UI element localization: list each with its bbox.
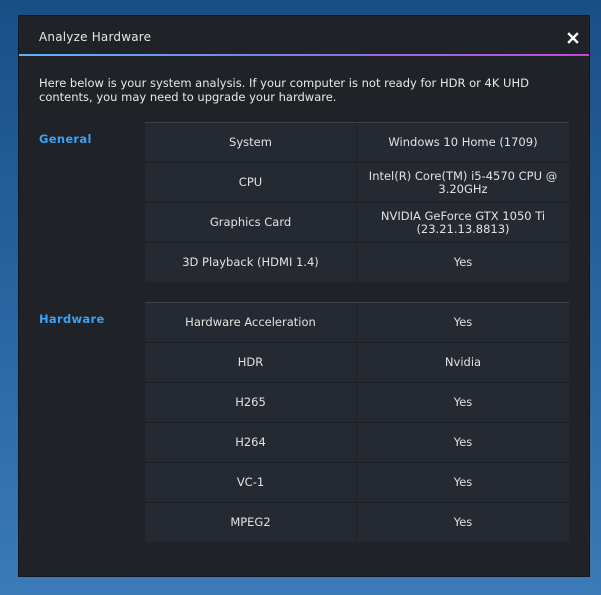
table-row: Hardware Acceleration Yes — [145, 303, 569, 343]
row-key: Graphics Card — [145, 203, 357, 242]
row-key: HDR — [145, 343, 357, 382]
title-accent-line — [19, 54, 589, 56]
analyze-hardware-dialog: Analyze Hardware Here below is your syst… — [19, 16, 589, 576]
intro-text: Here below is your system analysis. If y… — [39, 76, 529, 104]
table-row: H265 Yes — [145, 383, 569, 423]
row-key: H265 — [145, 383, 357, 422]
row-key: CPU — [145, 163, 357, 202]
row-value: Windows 10 Home (1709) — [388, 135, 538, 149]
dialog-title: Analyze Hardware — [39, 30, 152, 44]
row-key: MPEG2 — [145, 503, 357, 542]
table-row: Graphics Card NVIDIA GeForce GTX 1050 Ti… — [145, 203, 569, 243]
row-value: Yes — [453, 255, 473, 269]
table-row: 3D Playback (HDMI 1.4) Yes — [145, 243, 569, 282]
row-value: Yes — [453, 515, 473, 529]
section-label-hardware: Hardware — [39, 312, 105, 326]
row-value: Yes — [453, 315, 473, 329]
close-icon — [567, 32, 579, 44]
row-key: System — [145, 123, 357, 162]
general-table: System Windows 10 Home (1709) CPU Intel(… — [145, 122, 569, 282]
row-value: Nvidia — [444, 355, 482, 369]
hardware-table: Hardware Acceleration Yes HDR Nvidia H26… — [145, 302, 569, 542]
table-row: HDR Nvidia — [145, 343, 569, 383]
row-key: Hardware Acceleration — [145, 303, 357, 342]
section-label-general: General — [39, 132, 92, 146]
table-row: VC-1 Yes — [145, 463, 569, 503]
title-bar: Analyze Hardware — [19, 16, 589, 54]
row-key: 3D Playback (HDMI 1.4) — [145, 243, 357, 282]
row-value: Yes — [453, 395, 473, 409]
table-row: System Windows 10 Home (1709) — [145, 123, 569, 163]
row-value: Intel(R) Core(TM) i5-4570 CPU @ 3.20GHz — [368, 168, 558, 196]
close-button[interactable] — [566, 30, 580, 44]
row-value: Yes — [453, 435, 473, 449]
row-key: H264 — [145, 423, 357, 462]
table-row: MPEG2 Yes — [145, 503, 569, 542]
table-row: CPU Intel(R) Core(TM) i5-4570 CPU @ 3.20… — [145, 163, 569, 203]
row-key: VC-1 — [145, 463, 357, 502]
table-row: H264 Yes — [145, 423, 569, 463]
row-value: Yes — [453, 475, 473, 489]
row-value: NVIDIA GeForce GTX 1050 Ti (23.21.13.881… — [380, 208, 546, 236]
